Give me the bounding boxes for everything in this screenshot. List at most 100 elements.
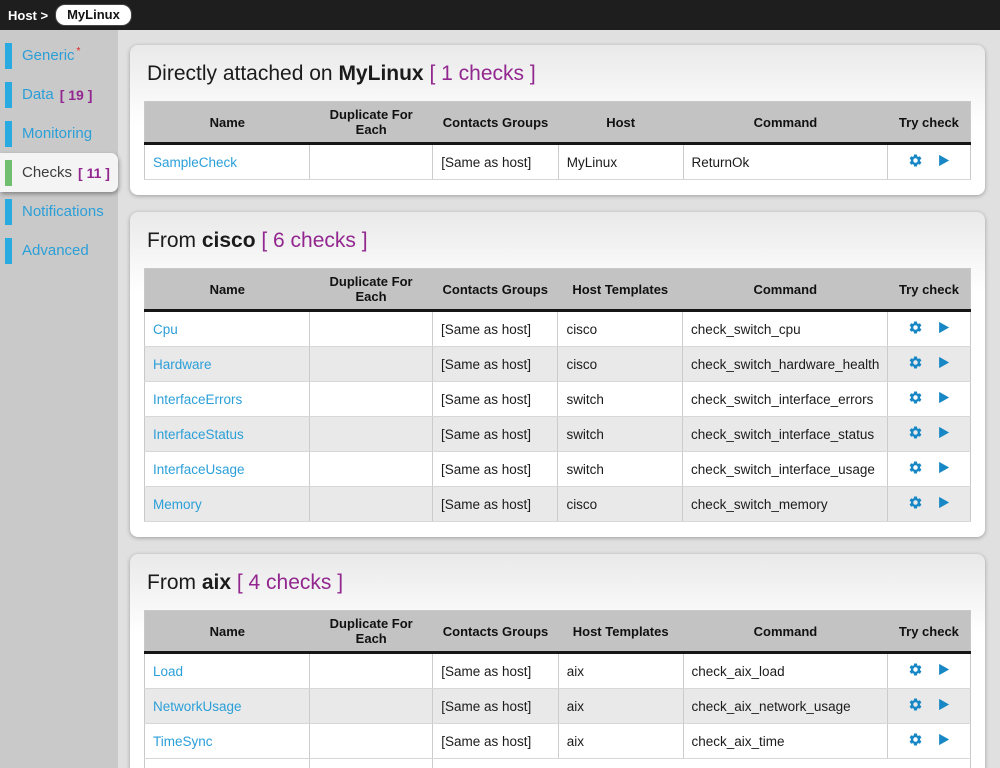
contacts-groups-cell: [Same as host] [433, 689, 559, 724]
check-name-link[interactable]: Hardware [153, 357, 212, 372]
host-cell: cisco [558, 487, 683, 522]
sidebar-item-checks[interactable]: Checks [ 11 ] [0, 153, 118, 192]
gear-icon[interactable] [908, 460, 923, 475]
check-name-link[interactable]: InterfaceUsage [153, 462, 245, 477]
host-cell: aix [558, 724, 683, 759]
sidebar-item-count: [ 19 ] [60, 87, 93, 103]
try-check-actions [908, 662, 951, 677]
duplicate-for-each-cell [310, 487, 433, 522]
check-row: NetworkUsage [Same as host] aix check_ai… [145, 689, 971, 724]
play-icon[interactable] [936, 460, 951, 475]
tab-accent-bar [5, 238, 12, 264]
contacts-groups-cell: [Same as host] [433, 144, 559, 180]
sidebar-item-advanced[interactable]: Advanced [0, 231, 118, 270]
checks-table: NameDuplicate For EachContacts GroupsHos… [144, 101, 971, 180]
command-cell: check_switch_interface_errors [683, 382, 888, 417]
column-header: Name [145, 269, 310, 311]
duplicate-for-each-cell [310, 382, 433, 417]
play-icon[interactable] [936, 732, 951, 747]
table-header: NameDuplicate For EachContacts GroupsHos… [145, 269, 971, 311]
gear-icon[interactable] [908, 425, 923, 440]
check-name-link[interactable]: Cpu [153, 322, 178, 337]
contacts-groups-cell: [Same as host] [433, 653, 559, 689]
check-row: SampleCheck [Same as host] MyLinux Retur… [145, 144, 971, 180]
column-header: Try check [888, 611, 971, 653]
gear-icon[interactable] [908, 495, 923, 510]
play-icon[interactable] [936, 320, 951, 335]
section-title-prefix: From [147, 571, 202, 594]
gear-icon[interactable] [908, 320, 923, 335]
gear-icon[interactable] [908, 153, 923, 168]
column-header: Name [145, 611, 310, 653]
check-name-link[interactable]: NetworkUsage [153, 699, 242, 714]
check-name-link[interactable]: Memory [153, 497, 202, 512]
breadcrumb: Host > [8, 8, 48, 23]
checks-table: NameDuplicate For EachContacts GroupsHos… [144, 610, 971, 768]
section-title: From cisco [ 6 checks ] [147, 229, 968, 253]
check-row: Cpu [Same as host] cisco check_switch_cp… [145, 311, 971, 347]
column-header: Duplicate For Each [310, 102, 433, 144]
group-divider-label: FS [310, 759, 433, 768]
section-title-source: cisco [202, 229, 256, 252]
host-cell: switch [558, 382, 683, 417]
section-title-source: aix [202, 571, 231, 594]
try-check-actions [908, 390, 951, 405]
column-header: Duplicate For Each [310, 611, 433, 653]
duplicate-for-each-cell [310, 311, 433, 347]
try-check-actions [908, 153, 951, 168]
section-title-prefix: From [147, 229, 202, 252]
column-header: Name [145, 102, 310, 144]
check-name-link[interactable]: Load [153, 664, 183, 679]
command-cell: check_aix_network_usage [683, 689, 888, 724]
sidebar-item-label: Data [22, 86, 54, 103]
play-icon[interactable] [936, 355, 951, 370]
host-cell: cisco [558, 347, 683, 382]
check-name-link[interactable]: InterfaceStatus [153, 427, 244, 442]
duplicate-for-each-cell [310, 144, 433, 180]
checks-section-card: Directly attached on MyLinux [ 1 checks … [130, 45, 985, 195]
main-content: Directly attached on MyLinux [ 1 checks … [118, 30, 1000, 768]
check-name-link[interactable]: TimeSync [153, 734, 213, 749]
tab-accent-bar [5, 160, 12, 186]
play-icon[interactable] [936, 662, 951, 677]
sidebar-item-notifications[interactable]: Notifications [0, 192, 118, 231]
host-cell: cisco [558, 311, 683, 347]
play-icon[interactable] [936, 495, 951, 510]
play-icon[interactable] [936, 153, 951, 168]
duplicate-for-each-cell [310, 653, 433, 689]
gear-icon[interactable] [908, 355, 923, 370]
section-checks-count: [ 1 checks ] [429, 62, 535, 85]
checks-table: NameDuplicate For EachContacts GroupsHos… [144, 268, 971, 522]
check-name-link[interactable]: InterfaceErrors [153, 392, 242, 407]
gear-icon[interactable] [908, 697, 923, 712]
host-cell: aix [558, 653, 683, 689]
column-header: Command [683, 269, 888, 311]
section-checks-count: [ 6 checks ] [261, 229, 367, 252]
gear-icon[interactable] [908, 732, 923, 747]
gear-icon[interactable] [908, 390, 923, 405]
command-cell: check_aix_load [683, 653, 888, 689]
section-title-prefix: Directly attached on [147, 62, 338, 85]
play-icon[interactable] [936, 390, 951, 405]
host-pill[interactable]: MyLinux [56, 5, 131, 25]
sidebar-item-monitoring[interactable]: Monitoring [0, 114, 118, 153]
sidebar-item-label: Monitoring [22, 125, 92, 142]
gear-icon[interactable] [908, 662, 923, 677]
sidebar-item-data[interactable]: Data [ 19 ] [0, 75, 118, 114]
command-cell: check_switch_cpu [683, 311, 888, 347]
tab-accent-bar [5, 43, 12, 69]
play-icon[interactable] [936, 425, 951, 440]
column-header: Host Templates [558, 611, 683, 653]
contacts-groups-cell: [Same as host] [433, 417, 558, 452]
command-cell: check_switch_memory [683, 487, 888, 522]
host-cell: switch [558, 452, 683, 487]
column-header: Host [558, 102, 683, 144]
section-title-source: MyLinux [338, 62, 423, 85]
check-name-link[interactable]: SampleCheck [153, 155, 237, 170]
play-icon[interactable] [936, 697, 951, 712]
host-cell: MyLinux [558, 144, 683, 180]
section-checks-count: [ 4 checks ] [237, 571, 343, 594]
checks-section-card: From aix [ 4 checks ] NameDuplicate For … [130, 554, 985, 768]
try-check-actions [908, 425, 951, 440]
sidebar-item-generic[interactable]: Generic * [0, 36, 118, 75]
